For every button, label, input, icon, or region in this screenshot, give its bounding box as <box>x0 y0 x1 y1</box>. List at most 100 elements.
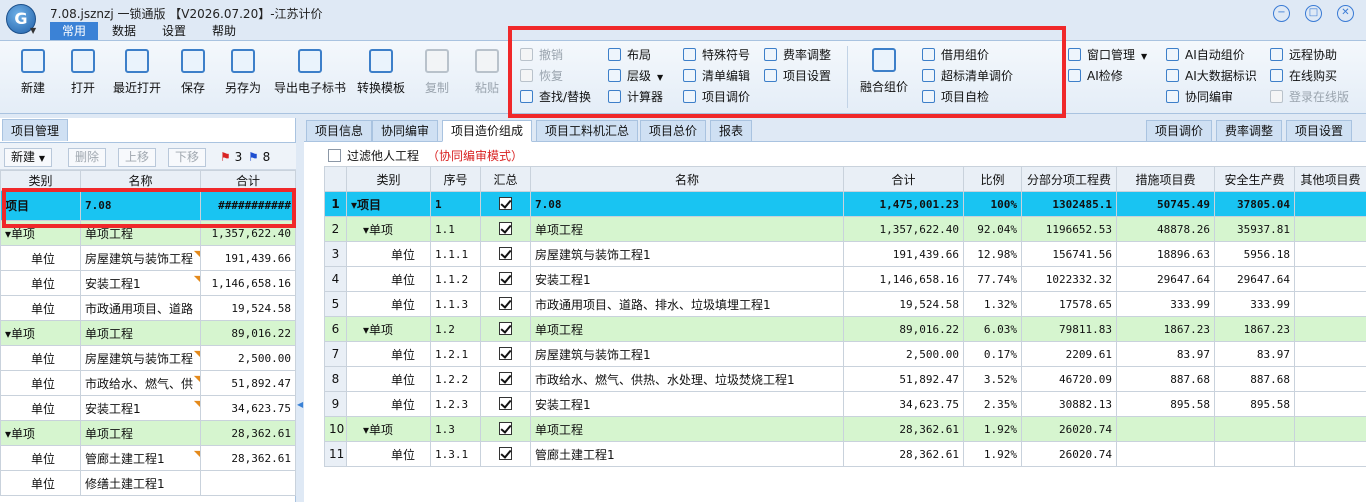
redo-button[interactable]: 恢复 <box>520 67 563 85</box>
column-header-summary[interactable]: 汇总 <box>480 166 531 192</box>
borrow-pricing-button[interactable]: 借用组价 <box>922 46 989 64</box>
tab-reports[interactable]: 报表 <box>710 120 753 142</box>
close-icon[interactable]: ✕ <box>1337 5 1354 22</box>
recent-open-button[interactable]: 最近打开 <box>110 45 164 111</box>
minimize-icon[interactable]: − <box>1273 5 1290 22</box>
tab-rate-adjust[interactable]: 费率调整 <box>1216 120 1283 142</box>
table-row[interactable]: 4 单位 1.1.2 安装工程1 1,146,658.16 77.74% 102… <box>324 266 1366 292</box>
tab-project-settings[interactable]: 项目设置 <box>1286 120 1353 142</box>
table-row[interactable]: 10 ▾单项 1.3 单项工程 28,362.61 1.92% 26020.74 <box>324 416 1366 442</box>
tab-price-adjust[interactable]: 项目调价 <box>1146 120 1213 142</box>
summary-checkbox[interactable] <box>480 316 531 342</box>
level-dropdown[interactable]: 层级 ▼ <box>608 67 663 85</box>
column-header-total[interactable]: 合计 <box>200 170 296 191</box>
export-bid-button[interactable]: 导出电子标书 <box>272 45 348 111</box>
special-symbol-button[interactable]: 特殊符号 <box>683 46 750 64</box>
layout-button[interactable]: 布局 <box>608 46 651 64</box>
over-list-adjust-button[interactable]: 超标清单调价 <box>922 67 1013 85</box>
restore-icon[interactable]: □ <box>1305 5 1322 22</box>
calculator-button[interactable]: 计算器 <box>608 88 663 106</box>
copy-button[interactable]: 复制 <box>420 45 454 111</box>
table-row[interactable]: 1 ▾项目 1 7.08 1,475,001.23 100% 1302485.1… <box>324 191 1366 217</box>
summary-checkbox[interactable] <box>480 416 531 442</box>
login-online-button[interactable]: 登录在线版 <box>1270 88 1349 106</box>
tab-data[interactable]: 数据 <box>100 22 148 40</box>
merge-pricing-button[interactable]: 融合组价 <box>856 44 912 110</box>
table-row[interactable]: 3 单位 1.1.1 房屋建筑与装饰工程1 191,439.66 12.98% … <box>324 241 1366 267</box>
filter-others-checkbox[interactable]: 过滤他人工程 （协同编审模式） <box>328 147 523 164</box>
list-edit-button[interactable]: 清单编辑 <box>683 67 750 85</box>
summary-checkbox[interactable] <box>480 216 531 242</box>
tree-row-unit[interactable]: 单位 ◥ 房屋建筑与装饰工程 191,439.66 <box>0 245 296 271</box>
table-row[interactable]: 2 ▾单项 1.1 单项工程 1,357,622.40 92.04% 11966… <box>324 216 1366 242</box>
open-button[interactable]: 打开 <box>64 45 102 111</box>
tree-row-unit[interactable]: 单位 ◥ 市政给水、燃气、供 51,892.47 <box>0 370 296 396</box>
column-header-safety[interactable]: 安全生产费 <box>1214 166 1295 192</box>
project-self-check-button[interactable]: 项目自检 <box>922 88 989 106</box>
tab-material-summary[interactable]: 项目工料机汇总 <box>536 120 639 142</box>
tab-cost-composition[interactable]: 项目造价组成 <box>442 120 533 142</box>
project-settings-button[interactable]: 项目设置 <box>764 67 831 85</box>
panel-splitter[interactable] <box>296 118 304 502</box>
undo-button[interactable]: 撤销 <box>520 46 563 64</box>
remote-assist-button[interactable]: 远程协助 <box>1270 46 1337 64</box>
new-dropdown-button[interactable]: 新建 ▼ <box>4 148 52 167</box>
column-header-type[interactable]: 类别 <box>0 170 81 191</box>
ai-bigdata-mark-button[interactable]: AI大数据标识 <box>1166 67 1257 85</box>
save-button[interactable]: 保存 <box>174 45 212 111</box>
table-row[interactable]: 6 ▾单项 1.2 单项工程 89,016.22 6.03% 79811.83 … <box>324 316 1366 342</box>
column-header-type[interactable]: 类别 <box>346 166 431 192</box>
column-header-name[interactable]: 名称 <box>530 166 844 192</box>
checkbox[interactable] <box>328 149 341 162</box>
tree-row-unit[interactable]: 单位 ◥ 安装工程1 1,146,658.16 <box>0 270 296 296</box>
ai-auto-pricing-button[interactable]: AI自动组价 <box>1166 46 1245 64</box>
tab-total-price[interactable]: 项目总价 <box>640 120 707 142</box>
tree-row-project[interactable]: 项目 7.08 ########### <box>0 190 296 221</box>
tree-row-item[interactable]: ▾单项 单项工程 89,016.22 <box>0 320 296 346</box>
table-row[interactable]: 7 单位 1.2.1 房屋建筑与装饰工程1 2,500.00 0.17% 220… <box>324 341 1366 367</box>
online-purchase-button[interactable]: 在线购买 <box>1270 67 1337 85</box>
tab-help[interactable]: 帮助 <box>200 22 248 40</box>
column-header-total[interactable]: 合计 <box>843 166 964 192</box>
table-row[interactable]: 5 单位 1.1.3 市政通用项目、道路、排水、垃圾填埋工程1 19,524.5… <box>324 291 1366 317</box>
tree-row-unit[interactable]: 单位 市政通用项目、道路 19,524.58 <box>0 295 296 321</box>
table-row[interactable]: 11 单位 1.3.1 管廊土建工程1 28,362.61 1.92% 2602… <box>324 441 1366 467</box>
summary-checkbox[interactable] <box>480 441 531 467</box>
column-header-measures[interactable]: 措施项目费 <box>1116 166 1215 192</box>
collapse-left-icon[interactable]: ◀ <box>297 400 303 409</box>
move-up-button[interactable]: 上移 <box>118 148 157 167</box>
collab-review-button[interactable]: 协同编审 <box>1166 88 1233 106</box>
rate-adjust-button[interactable]: 费率调整 <box>764 46 831 64</box>
window-manage-dropdown[interactable]: 窗口管理 ▼ <box>1068 46 1147 64</box>
column-header-fbfx[interactable]: 分部分项工程费 <box>1021 166 1117 192</box>
tab-project-info[interactable]: 项目信息 <box>306 120 373 142</box>
delete-button[interactable]: 删除 <box>68 148 107 167</box>
column-header-other[interactable]: 其他项目费 <box>1294 166 1366 192</box>
tab-common[interactable]: 常用 <box>50 22 99 40</box>
summary-checkbox[interactable] <box>480 291 531 317</box>
tab-collab-review[interactable]: 协同编审 <box>372 120 439 142</box>
summary-checkbox[interactable] <box>480 341 531 367</box>
move-down-button[interactable]: 下移 <box>168 148 207 167</box>
summary-checkbox[interactable] <box>480 266 531 292</box>
column-header-seq[interactable]: 序号 <box>430 166 481 192</box>
ai-check-button[interactable]: AI检修 <box>1068 67 1123 85</box>
summary-checkbox[interactable] <box>480 366 531 392</box>
convert-template-button[interactable]: 转换模板 <box>354 45 408 111</box>
tree-row-unit[interactable]: 单位 ◥ 管廊土建工程1 28,362.61 <box>0 445 296 471</box>
column-header-name[interactable]: 名称 <box>80 170 201 191</box>
column-header-ratio[interactable]: 比例 <box>963 166 1022 192</box>
paste-button[interactable]: 粘贴 <box>470 45 504 111</box>
caret-down-icon[interactable]: ▼ <box>30 26 36 35</box>
summary-checkbox[interactable] <box>480 391 531 417</box>
table-row[interactable]: 8 单位 1.2.2 市政给水、燃气、供热、水处理、垃圾焚烧工程1 51,892… <box>324 366 1366 392</box>
tree-row-unit[interactable]: 单位 ◥ 房屋建筑与装饰工程 2,500.00 <box>0 345 296 371</box>
find-replace-button[interactable]: 查找/替换 <box>520 88 591 106</box>
tab-project-management[interactable]: 项目管理 <box>2 119 69 141</box>
project-price-adjust-button[interactable]: 项目调价 <box>683 88 750 106</box>
tree-row-unit[interactable]: 单位 修缮土建工程1 <box>0 470 296 496</box>
red-flag-filter[interactable]: ⚑ 3 <box>220 150 242 164</box>
tree-row-item[interactable]: ▾单项 单项工程 1,357,622.40 <box>0 220 296 246</box>
save-as-button[interactable]: 另存为 <box>220 45 266 111</box>
tree-row-unit[interactable]: 单位 ◥ 安装工程1 34,623.75 <box>0 395 296 421</box>
